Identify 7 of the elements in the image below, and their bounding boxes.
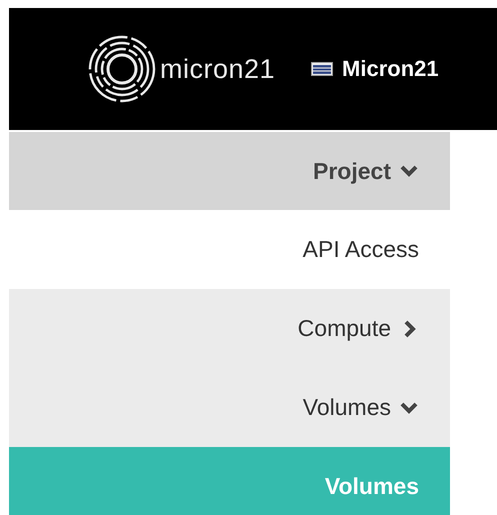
sidebar-item[interactable]: Compute bbox=[9, 289, 450, 368]
logo-text: micron21 bbox=[160, 54, 276, 84]
project-selector[interactable]: Micron21 bbox=[311, 56, 439, 82]
window-icon bbox=[311, 62, 334, 76]
logo-icon bbox=[88, 35, 156, 103]
sidebar-item[interactable]: Volumes bbox=[9, 368, 450, 447]
sidebar-item[interactable]: Project bbox=[9, 132, 450, 210]
